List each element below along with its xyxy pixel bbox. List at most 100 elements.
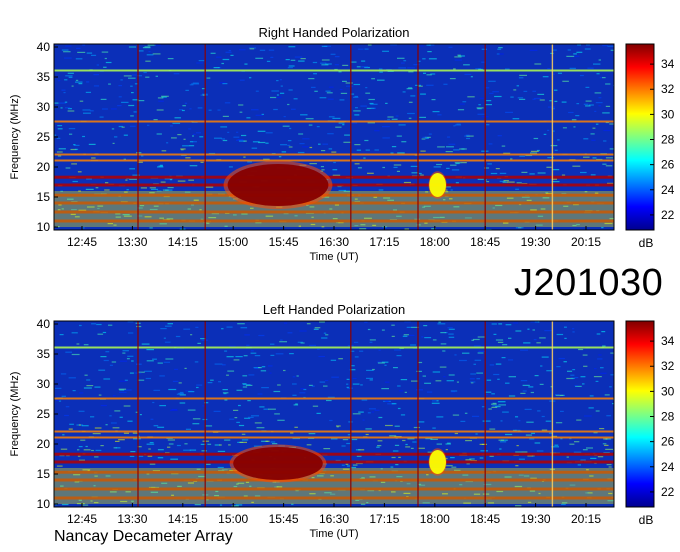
noise-speckle [224,399,228,401]
noise-speckle [320,62,327,64]
noise-speckle [566,456,569,458]
noise-speckle [393,367,398,369]
noise-speckle [95,187,99,189]
noise-speckle [251,147,258,149]
noise-speckle [185,157,191,159]
x-tick-label: 15:45 [269,235,299,249]
noise-speckle [103,378,111,380]
noise-speckle [233,409,239,411]
x-tick-label: 13:30 [117,235,147,249]
noise-speckle [451,466,457,468]
noise-speckle [236,131,239,133]
noise-speckle [218,381,221,383]
noise-speckle [246,117,251,119]
noise-speckle [346,465,351,467]
noise-speckle [355,107,358,109]
noise-speckle [572,331,575,333]
noise-speckle [482,345,490,347]
noise-speckle [222,139,228,142]
noise-speckle [217,450,226,452]
noise-speckle [363,157,366,159]
noise-speckle [166,142,169,144]
noise-speckle [258,367,262,369]
noise-speckle [238,424,245,427]
noise-speckle [407,112,415,115]
noise-speckle [197,107,203,109]
noise-speckle [445,449,448,451]
noise-speckle [440,332,447,334]
noise-speckle [541,356,549,358]
noise-speckle [110,108,117,110]
noise-speckle [111,128,115,130]
noise-speckle [416,389,423,391]
x-tick-label: 15:00 [218,235,248,249]
noise-speckle [412,441,417,443]
noise-speckle [557,72,562,74]
noise-speckle [595,102,603,104]
noise-speckle [351,365,355,367]
noise-speckle [173,73,180,75]
noise-speckle [130,115,134,117]
noise-speckle [242,383,247,385]
noise-speckle [62,434,65,436]
noise-speckle [130,85,133,87]
noise-speckle [306,323,311,325]
colorbar-tick-label: 28 [661,410,675,424]
noise-speckle [491,403,497,405]
x-tick-label: 12:45 [67,512,97,526]
noise-speckle [274,413,280,415]
noise-speckle [382,50,389,52]
noise-speckle [336,426,339,428]
noise-speckle [222,389,228,391]
noise-speckle [410,344,416,346]
noise-speckle [422,58,426,60]
noise-speckle [94,427,102,429]
noise-speckle [499,448,502,450]
noise-speckle [408,334,415,336]
noise-speckle [482,420,491,422]
burst-core [429,450,446,474]
noise-speckle [532,90,537,92]
noise-speckle [469,458,475,460]
noise-speckle [187,409,196,411]
noise-speckle [185,428,191,430]
colorbar-unit-label: dB [639,513,654,527]
noise-speckle [78,83,83,85]
noise-speckle [602,345,606,347]
noise-speckle [61,503,69,506]
noise-speckle [486,100,492,102]
noise-speckle [268,408,276,410]
noise-speckle [371,107,376,109]
noise-speckle [473,338,480,341]
noise-speckle [280,85,283,87]
noise-speckle [513,89,517,91]
y-tick-label: 35 [37,70,51,84]
noise-speckle [246,344,250,346]
noise-speckle [155,75,158,77]
noise-speckle [302,146,309,148]
noise-speckle [289,127,292,130]
noise-speckle [256,427,265,429]
noise-speckle [595,123,599,125]
noise-speckle [527,328,530,330]
noise-speckle [544,330,552,332]
noise-speckle [290,432,294,434]
noise-speckle [530,391,534,394]
noise-speckle [65,406,70,408]
noise-speckle [472,415,480,417]
noise-speckle [583,138,589,140]
noise-speckle [580,171,587,174]
noise-speckle [97,333,104,335]
noise-speckle [473,345,481,347]
noise-speckle [239,79,245,81]
noise-speckle [613,491,614,493]
noise-speckle [493,333,497,335]
noise-speckle [65,75,73,77]
noise-speckle [533,137,539,140]
noise-speckle [398,390,404,392]
noise-speckle [379,71,383,73]
x-tick-label: 16:30 [319,512,349,526]
noise-speckle [241,433,246,435]
noise-speckle [78,446,83,448]
noise-speckle [100,404,107,407]
